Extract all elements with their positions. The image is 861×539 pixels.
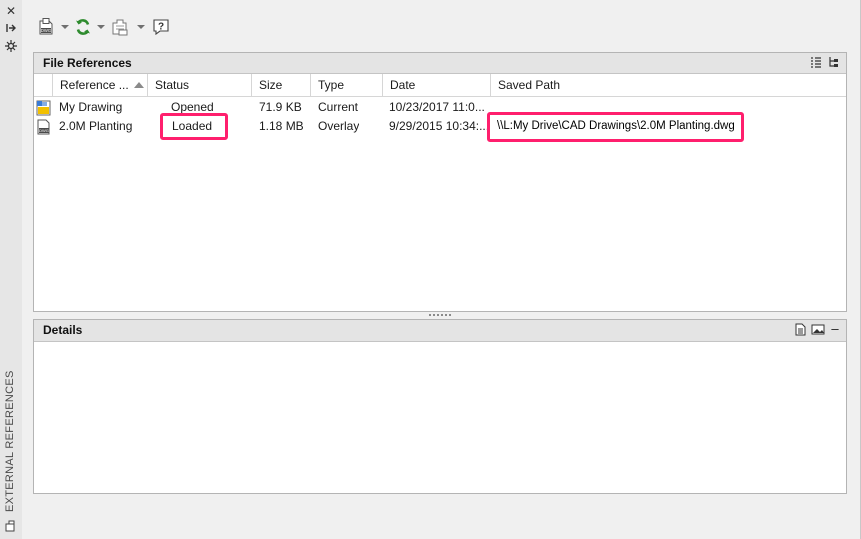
- refresh-dropdown-icon[interactable]: [97, 25, 105, 29]
- column-status-label: Status: [155, 78, 190, 92]
- type-text: Current: [318, 100, 359, 114]
- reference-name: My Drawing: [59, 100, 123, 114]
- size-text: 1.18 MB: [259, 119, 304, 133]
- palette-title-strip: ✕ EXTERNAL REFERENCES: [0, 0, 23, 539]
- details-title: Details: [43, 323, 83, 337]
- tree-view-icon[interactable]: [828, 56, 840, 69]
- column-date-label: Date: [390, 78, 416, 92]
- type-text: Overlay: [318, 119, 360, 133]
- reference-name: 2.0M Planting: [59, 119, 133, 133]
- file-references-header: File References: [34, 53, 846, 74]
- list-view-icon[interactable]: [810, 56, 822, 69]
- details-header: Details –: [34, 320, 846, 342]
- column-size[interactable]: Size: [252, 74, 311, 96]
- column-type-label: Type: [318, 78, 345, 92]
- panel-splitter[interactable]: [33, 312, 847, 318]
- dwg-file-icon: DWG: [36, 119, 52, 135]
- change-path-icon[interactable]: [109, 15, 131, 39]
- file-references-title: File References: [43, 56, 132, 70]
- size-text: 71.9 KB: [259, 100, 302, 114]
- change-path-dropdown-icon[interactable]: [137, 25, 145, 29]
- auto-hide-icon[interactable]: [3, 22, 19, 36]
- preview-icon[interactable]: [811, 323, 825, 336]
- status-text: Loaded: [172, 119, 213, 133]
- column-reference-name[interactable]: Reference ...: [53, 74, 148, 96]
- column-status[interactable]: Status: [148, 74, 252, 96]
- help-icon[interactable]: ?: [150, 15, 172, 39]
- column-saved-path[interactable]: Saved Path: [491, 74, 846, 96]
- collapse-icon[interactable]: –: [830, 322, 840, 336]
- svg-text:DWG: DWG: [39, 128, 49, 133]
- sort-ascending-icon: [133, 82, 144, 88]
- table-row[interactable]: DWG 2.0M Planting Loaded 1.18 MB Overlay…: [34, 112, 846, 142]
- date-text: 9/29/2015 10:34:...: [389, 119, 489, 133]
- attach-dwg-icon[interactable]: DWG: [36, 15, 58, 39]
- svg-text:DWG: DWG: [41, 28, 51, 33]
- details-icon[interactable]: [794, 323, 806, 336]
- current-drawing-icon: [36, 100, 52, 116]
- external-references-palette: DWG ? File References Reference ... Stat…: [22, 0, 861, 539]
- column-size-label: Size: [259, 78, 283, 92]
- svg-text:?: ?: [158, 22, 164, 33]
- file-references-panel: File References Reference ... Status Siz…: [33, 52, 847, 312]
- column-type[interactable]: Type: [311, 74, 383, 96]
- attach-dropdown-icon[interactable]: [61, 25, 69, 29]
- details-panel: Details –: [33, 319, 847, 494]
- palette-title: EXTERNAL REFERENCES: [4, 370, 16, 512]
- splitter-grip-icon: [429, 314, 451, 316]
- column-header-row: Reference ... Status Size Type Date Save…: [34, 74, 846, 97]
- close-icon[interactable]: ✕: [3, 4, 19, 18]
- column-date[interactable]: Date: [383, 74, 491, 96]
- column-reference-label: Reference ...: [60, 78, 129, 92]
- refresh-icon[interactable]: [72, 15, 94, 39]
- saved-path-text: \\L:My Drive\CAD Drawings\2.0M Planting.…: [497, 120, 735, 132]
- column-saved-path-label: Saved Path: [498, 78, 561, 92]
- properties-icon[interactable]: [3, 40, 19, 54]
- date-text: 10/23/2017 11:0...: [389, 100, 485, 114]
- palette-menu-icon[interactable]: [4, 519, 18, 533]
- column-icon-spacer: [34, 74, 53, 96]
